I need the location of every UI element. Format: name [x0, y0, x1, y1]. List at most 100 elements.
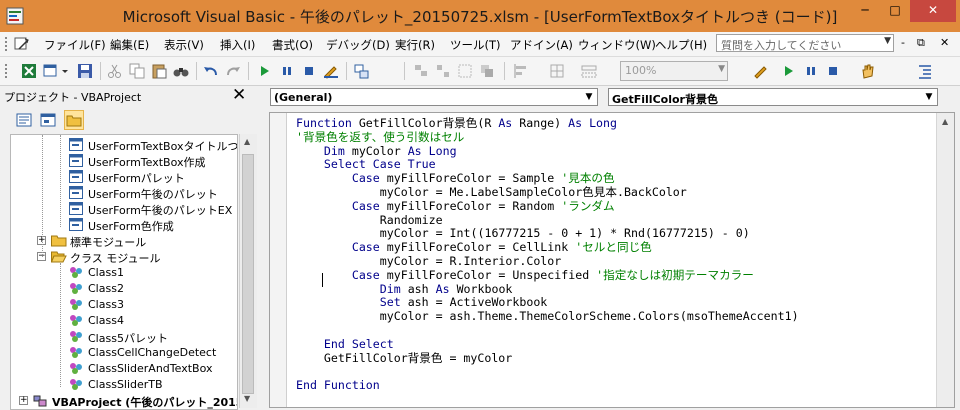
procedure-combo-arrow-icon[interactable]: ▼ — [922, 89, 936, 105]
menu-tools[interactable]: ツール(T) — [450, 37, 501, 53]
cut-icon[interactable] — [106, 62, 124, 80]
design-mode-2-icon[interactable] — [752, 62, 770, 80]
project-explorer-icon[interactable] — [352, 62, 370, 80]
project-tree-scroll-thumb[interactable] — [242, 154, 254, 394]
view-object-icon[interactable] — [38, 110, 58, 130]
code-line[interactable]: Case myFillForeColor = Random 'ランダム — [296, 199, 799, 214]
menu-insert[interactable]: 挿入(I) — [220, 37, 255, 53]
help-dropdown-arrow-icon[interactable]: ▼ — [884, 36, 891, 46]
code-line[interactable]: Case myFillForeColor = CellLink 'セルと同じ色 — [296, 240, 799, 255]
class-module-icon — [69, 298, 83, 311]
project-tree[interactable]: UserFormTextBoxタイトルつき UserFormTextBox作成 Us… — [10, 134, 238, 410]
center-icon[interactable] — [548, 62, 566, 80]
zoom-combo[interactable]: 100% ▼ — [620, 61, 728, 81]
menu-addins[interactable]: アドイン(A) — [510, 37, 573, 53]
code-token: myColor = Me.LabelSampleColor色見本.BackCol… — [296, 184, 687, 199]
code-line[interactable]: myColor = R.Interior.Color — [296, 253, 799, 269]
userform-icon — [69, 202, 83, 215]
run-icon[interactable] — [256, 62, 274, 80]
menu-window[interactable]: ウィンドウ(W) — [578, 37, 656, 53]
maximize-button[interactable]: □ — [880, 0, 910, 22]
code-line[interactable]: End Function — [296, 378, 799, 393]
align-icon[interactable] — [512, 62, 530, 80]
code-line[interactable]: Set ash = ActiveWorkbook — [296, 295, 799, 310]
menu-edit[interactable]: 編集(E) — [110, 37, 149, 53]
mdi-restore-button[interactable]: ⧉ — [917, 36, 925, 50]
menu-debug[interactable]: デバッグ(D) — [326, 37, 390, 53]
zoom-dropdown-arrow-icon[interactable]: ▼ — [718, 64, 725, 74]
menu-run[interactable]: 実行(R) — [395, 37, 435, 53]
mdi-close-button[interactable]: ✕ — [940, 36, 949, 49]
code-line[interactable] — [296, 365, 799, 379]
code-scroll-up-arrow-icon[interactable]: ▲ — [942, 117, 948, 126]
excel-view-icon[interactable] — [14, 36, 30, 52]
code-line[interactable]: Randomize — [296, 213, 799, 228]
close-button[interactable]: ✕ — [910, 0, 956, 22]
code-margin[interactable] — [270, 113, 287, 407]
code-line[interactable]: '背景色を返す、使う引数はセル — [296, 130, 799, 145]
ungroup-icon[interactable] — [456, 62, 474, 80]
toggle-folders-icon[interactable] — [64, 110, 84, 130]
code-comment: 'セルと同じ色 — [575, 240, 652, 255]
code-line[interactable] — [296, 324, 799, 338]
code-line[interactable]: Select Case True — [296, 157, 799, 172]
object-combo[interactable]: (General) ▼ — [270, 88, 598, 106]
code-line[interactable]: Dim ash As Workbook — [296, 282, 799, 297]
view-code-icon[interactable] — [14, 110, 34, 130]
design-mode-icon[interactable] — [322, 62, 340, 80]
menubar-grip[interactable] — [5, 37, 10, 51]
undo-icon[interactable] — [202, 62, 220, 80]
code-line[interactable]: Case myFillForeColor = Sample '見本の色 — [296, 171, 799, 186]
find-icon[interactable] — [172, 62, 190, 80]
minimize-button[interactable]: ─ — [850, 0, 880, 22]
object-combo-arrow-icon[interactable]: ▼ — [582, 89, 596, 105]
mdi-minimize-button[interactable]: - — [901, 36, 905, 49]
break-icon[interactable] — [278, 62, 296, 80]
window-title: Microsoft Visual Basic - 午後のパレット_2015072… — [122, 8, 838, 26]
menu-file[interactable]: ファイル(F) — [44, 37, 106, 53]
paste-icon[interactable] — [150, 62, 168, 80]
code-token: myColor = R.Interior.Color — [296, 253, 562, 268]
menu-help[interactable]: ヘルプ(H) — [655, 37, 707, 53]
code-line[interactable]: myColor = ash.Theme.ThemeColorScheme.Col… — [296, 309, 799, 324]
procedure-combo[interactable]: GetFillColor背景色 ▼ — [608, 88, 938, 106]
save-icon[interactable] — [76, 62, 94, 80]
bring-front-icon[interactable] — [478, 62, 496, 80]
scroll-down-arrow-icon[interactable]: ▼ — [244, 394, 250, 403]
reset-2-icon[interactable] — [824, 62, 842, 80]
userform-icon — [69, 170, 83, 183]
code-text[interactable]: Function GetFillColor背景色(R As Range) As … — [296, 116, 799, 393]
code-scrollbar[interactable]: ▲ — [936, 113, 954, 407]
insert-dropdown-icon[interactable] — [60, 62, 70, 80]
project-explorer-close-icon[interactable]: ✕ — [232, 85, 246, 105]
break-2-icon[interactable] — [802, 62, 820, 80]
code-line[interactable]: Function GetFillColor背景色(R As Range) As … — [296, 116, 799, 131]
reset-icon[interactable] — [300, 62, 318, 80]
tree-item-label: Class2 — [88, 282, 124, 295]
copy-icon[interactable] — [128, 62, 146, 80]
code-line[interactable]: GetFillColor背景色 = myColor — [296, 351, 799, 366]
run-2-icon[interactable] — [780, 62, 798, 80]
scroll-up-arrow-icon[interactable]: ▲ — [244, 137, 250, 146]
code-editor[interactable]: Function GetFillColor背景色(R As Range) As … — [269, 112, 955, 408]
code-line[interactable]: myColor = Int((16777215 - 0 + 1) * Rnd(1… — [296, 226, 799, 241]
code-line[interactable]: myColor = Me.LabelSampleColor色見本.BackCol… — [296, 184, 799, 200]
menu-view[interactable]: 表示(V) — [164, 37, 204, 53]
menu-format[interactable]: 書式(O) — [272, 37, 313, 53]
expand-icon[interactable]: + — [19, 396, 28, 405]
same-size-icon[interactable] — [580, 62, 598, 80]
insert-userform-icon[interactable] — [42, 62, 60, 80]
code-line[interactable]: Dim myColor As Long — [296, 144, 799, 159]
code-line[interactable]: End Select — [296, 337, 799, 352]
project-tree-scrollbar[interactable]: ▲ ▼ — [239, 134, 257, 408]
align-left-icon[interactable] — [412, 62, 430, 80]
group-icon[interactable] — [434, 62, 452, 80]
hand-icon[interactable] — [858, 62, 876, 80]
view-excel-icon[interactable] — [20, 62, 38, 80]
help-search-input[interactable]: 質問を入力してください ▼ — [716, 34, 894, 52]
redo-icon[interactable] — [224, 62, 242, 80]
toolbar-grip[interactable] — [5, 64, 10, 78]
indent-icon[interactable] — [916, 62, 934, 80]
code-line[interactable]: Case myFillForeColor = Unspecified '指定なし… — [296, 268, 799, 283]
folder-open-icon — [50, 250, 67, 263]
